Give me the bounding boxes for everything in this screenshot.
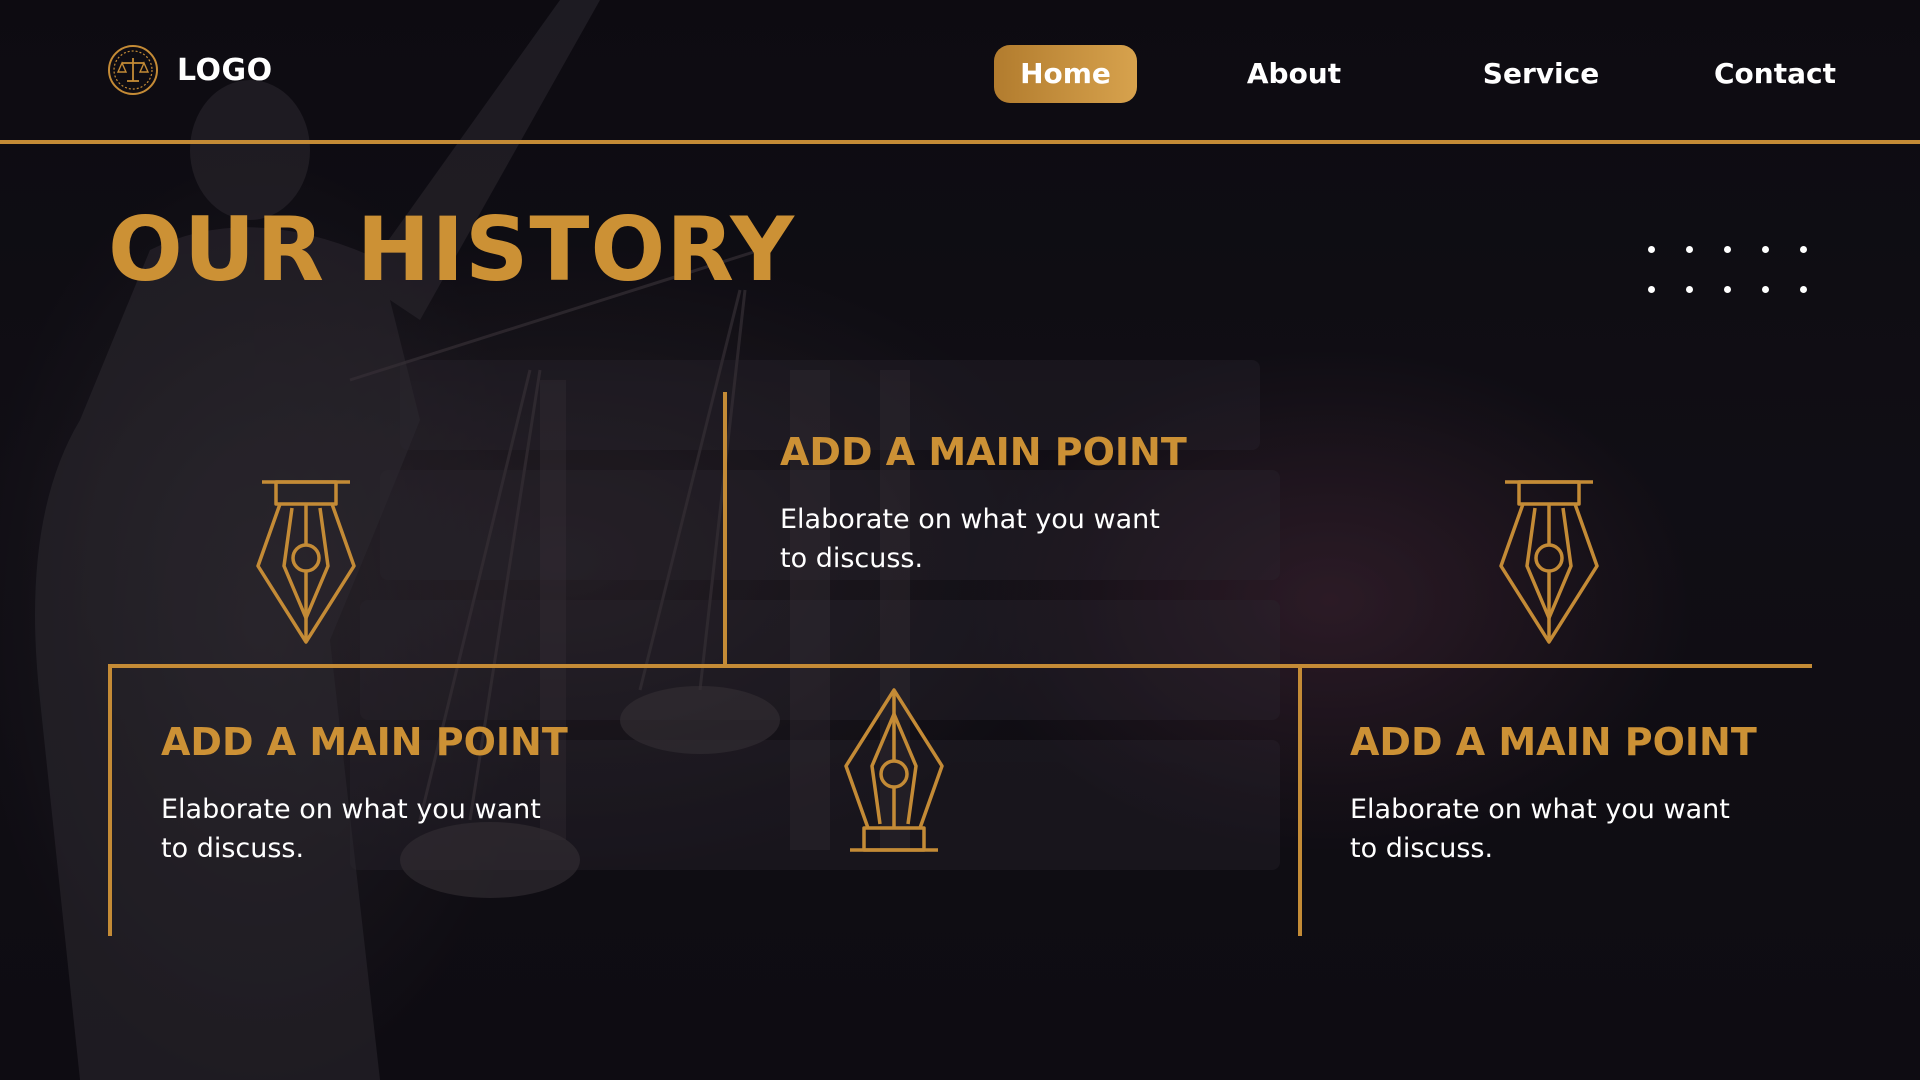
- fountain-pen-nib-icon: [1499, 480, 1599, 644]
- main-point-heading: ADD A MAIN POINT: [780, 430, 1187, 474]
- nav-contact[interactable]: Contact: [1694, 45, 1856, 103]
- dot-grid-decoration: [1648, 246, 1820, 296]
- main-point-body: Elaborate on what you want to discuss.: [1350, 794, 1730, 864]
- main-point-body: Elaborate on what you want to discuss.: [780, 504, 1160, 574]
- nav-home[interactable]: Home: [994, 45, 1137, 103]
- main-point-heading: ADD A MAIN POINT: [1350, 720, 1757, 764]
- timeline-connector-right: [1298, 664, 1302, 936]
- logo[interactable]: LOGO: [107, 44, 273, 96]
- main-nav: Home About Service Contact: [994, 45, 1836, 103]
- nav-service[interactable]: Service: [1456, 45, 1626, 103]
- main-point-heading: ADD A MAIN POINT: [161, 720, 568, 764]
- timeline-horizontal-line: [108, 664, 1812, 668]
- timeline-connector-top: [723, 392, 727, 666]
- logo-text: LOGO: [177, 52, 273, 88]
- main-point-2: ADD A MAIN POINT Elaborate on what you w…: [161, 720, 568, 868]
- main-point-3: ADD A MAIN POINT Elaborate on what you w…: [1350, 720, 1757, 868]
- fountain-pen-nib-icon: [256, 480, 356, 644]
- scales-of-justice-icon: [108, 45, 158, 95]
- slide-page: LOGO Home About Service Contact OUR HIST…: [0, 0, 1920, 1080]
- fountain-pen-nib-icon: [844, 688, 944, 852]
- header-divider: [0, 140, 1920, 144]
- timeline-connector-left: [108, 664, 112, 936]
- page-title: OUR HISTORY: [108, 198, 795, 301]
- nav-about[interactable]: About: [1224, 45, 1364, 103]
- main-point-1: ADD A MAIN POINT Elaborate on what you w…: [780, 430, 1187, 578]
- main-point-body: Elaborate on what you want to discuss.: [161, 794, 541, 864]
